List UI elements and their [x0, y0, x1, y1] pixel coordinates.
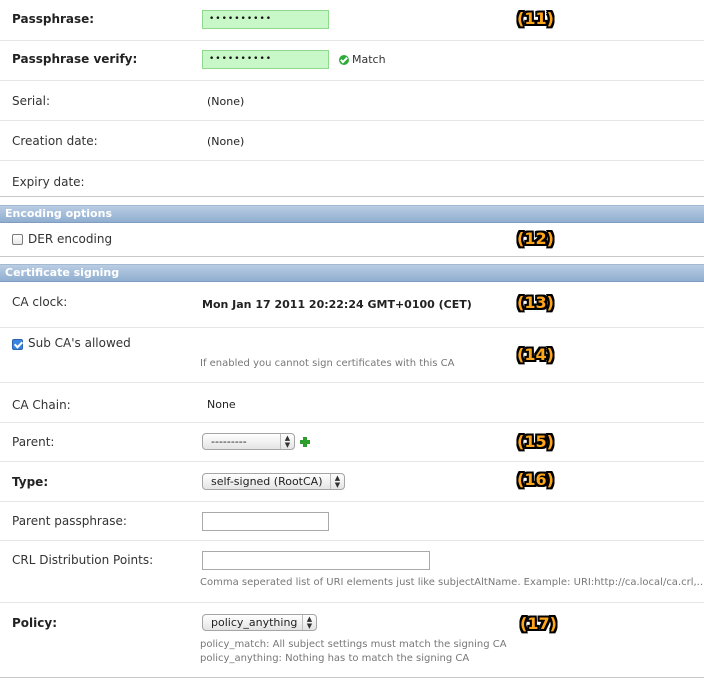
annotation-badge-17: (17) [520, 614, 557, 633]
annotation-badge-11: (11) [517, 9, 554, 28]
sub-ca-label[interactable]: Sub CA's allowed [28, 336, 131, 350]
ca-chain-value: None [207, 398, 236, 411]
sub-ca-help: If enabled you cannot sign certificates … [200, 358, 455, 369]
expiry-date-label: Expiry date: [12, 175, 85, 189]
parent-passphrase-input[interactable] [202, 512, 329, 531]
encoding-options-header: Encoding options [0, 205, 704, 223]
policy-help-match: policy_match: All subject settings must … [200, 639, 507, 650]
ca-clock-value: Mon Jan 17 2011 20:22:24 GMT+0100 (CET) [202, 298, 472, 311]
ca-clock-label: CA clock: [12, 295, 68, 309]
policy-label: Policy: [12, 616, 57, 630]
up-down-arrows-icon: ▲ ▼ [302, 615, 316, 630]
ca-chain-row: CA Chain: None [0, 383, 704, 423]
policy-row: Policy: policy_anything ▲ ▼ policy_match:… [0, 603, 704, 680]
parent-passphrase-row: Parent passphrase: [0, 502, 704, 541]
crl-row: CRL Distribution Points: Comma seperated… [0, 541, 704, 603]
der-encoding-row: DER encoding (12) [0, 223, 704, 257]
policy-select[interactable]: policy_anything ▲ ▼ [202, 614, 317, 631]
der-encoding-label[interactable]: DER encoding [28, 232, 112, 246]
ca-chain-label: CA Chain: [12, 398, 71, 412]
sub-ca-checkbox[interactable] [12, 339, 23, 350]
type-selected-value: self-signed (RootCA) [211, 475, 323, 488]
type-label: Type: [12, 475, 49, 489]
serial-label: Serial: [12, 94, 50, 108]
parent-label: Parent: [12, 435, 55, 449]
match-status: Match [352, 53, 386, 66]
passphrase-verify-label: Passphrase verify: [12, 52, 138, 66]
annotation-badge-15: (15) [517, 432, 554, 451]
policy-selected-value: policy_anything [211, 616, 298, 629]
check-circle-icon [339, 55, 349, 65]
serial-value: (None) [207, 95, 245, 108]
sub-ca-row: Sub CA's allowed If enabled you cannot s… [0, 328, 704, 383]
parent-select[interactable]: --------- ▲ ▼ [202, 433, 295, 450]
parent-selected-value: --------- [211, 435, 247, 448]
creation-date-value: (None) [207, 135, 245, 148]
creation-date-label: Creation date: [12, 134, 98, 148]
add-parent-plus-icon[interactable] [300, 437, 310, 447]
passphrase-verify-input[interactable]: •••••••••• [202, 50, 329, 69]
creation-date-row: Creation date: (None) [0, 121, 704, 161]
annotation-badge-12: (12) [517, 229, 554, 248]
policy-help-anything: policy_anything: Nothing has to match th… [200, 653, 470, 664]
serial-row: Serial: (None) [0, 81, 704, 121]
type-select[interactable]: self-signed (RootCA) ▲ ▼ [202, 473, 345, 490]
annotation-badge-14: (14) [517, 345, 554, 364]
crl-label: CRL Distribution Points: [12, 553, 154, 567]
passphrase-input[interactable]: •••••••••• [202, 10, 329, 29]
expiry-date-row: Expiry date: [0, 161, 704, 197]
bottom-divider [0, 677, 704, 678]
passphrase-verify-row: Passphrase verify: •••••••••• Match [0, 41, 704, 81]
passphrase-row: Passphrase: •••••••••• (11) [0, 0, 704, 41]
passphrase-verify-value: •••••••••• [209, 54, 273, 64]
passphrase-value: •••••••••• [209, 14, 273, 24]
ca-clock-row: CA clock: Mon Jan 17 2011 20:22:24 GMT+0… [0, 282, 704, 328]
passphrase-label: Passphrase: [12, 12, 95, 26]
annotation-badge-13: (13) [517, 293, 554, 312]
type-row: Type: self-signed (RootCA) ▲ ▼ (16) [0, 462, 704, 502]
up-down-arrows-icon: ▲ ▼ [280, 434, 294, 449]
annotation-badge-16: (16) [517, 470, 554, 489]
crl-input[interactable] [202, 551, 430, 570]
up-down-arrows-icon: ▲ ▼ [330, 474, 344, 489]
parent-row: Parent: --------- ▲ ▼ (15) [0, 423, 704, 462]
certificate-signing-header: Certificate signing [0, 264, 704, 282]
crl-help: Comma seperated list of URI elements jus… [200, 577, 704, 588]
der-encoding-checkbox[interactable] [12, 234, 23, 245]
parent-passphrase-label: Parent passphrase: [12, 514, 127, 528]
